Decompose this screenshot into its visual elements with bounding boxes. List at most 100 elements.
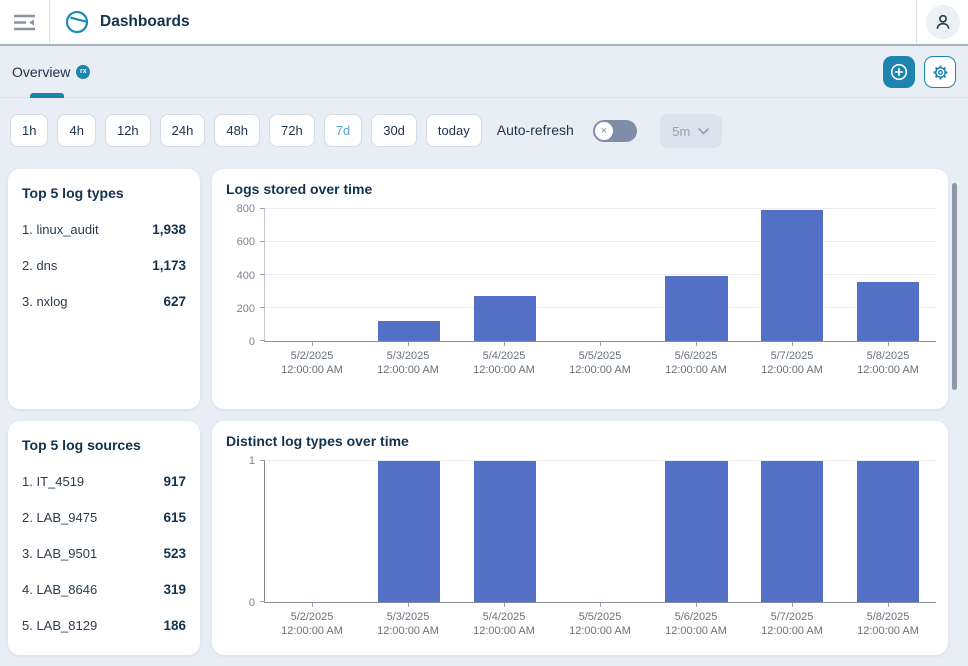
bar[interactable] xyxy=(474,461,536,602)
plot-area xyxy=(264,461,936,603)
x-axis-label: 5/3/202512:00:00 AM xyxy=(360,607,456,638)
time-range-today[interactable]: today xyxy=(426,114,482,147)
x-axis-label-date: 5/5/2025 xyxy=(552,349,648,363)
x-tick-mark xyxy=(408,603,409,607)
list-item: 5. LAB_8129 186 xyxy=(22,618,186,633)
time-range-4h[interactable]: 4h xyxy=(57,114,95,147)
x-axis-label-date: 5/4/2025 xyxy=(456,610,552,624)
y-axis: 0200400600800 xyxy=(226,209,264,342)
user-menu[interactable] xyxy=(916,0,968,44)
bar-column xyxy=(553,209,649,341)
time-range-72h[interactable]: 72h xyxy=(269,114,315,147)
time-range-24h[interactable]: 24h xyxy=(160,114,206,147)
tab-overview[interactable]: Overview rx xyxy=(12,46,90,97)
x-tick-mark xyxy=(312,603,313,607)
bar[interactable] xyxy=(665,276,727,341)
bar[interactable] xyxy=(761,461,823,602)
metric-value: 917 xyxy=(163,474,186,489)
time-range-12h[interactable]: 12h xyxy=(105,114,151,147)
bar-column xyxy=(553,461,649,602)
x-tick-mark xyxy=(504,603,505,607)
avatar[interactable] xyxy=(926,5,960,39)
dashboards-logo-icon xyxy=(64,9,90,35)
top-log-sources-list: 1. IT_4519917 2. LAB_9475615 3. LAB_9501 52… xyxy=(22,474,186,633)
x-axis: 5/2/202512:00:00 AM5/3/202512:00:00 AM5/… xyxy=(264,607,936,638)
list-item: 2. LAB_9475615 xyxy=(22,510,186,525)
x-tick-mark xyxy=(888,342,889,346)
metric-label: 5. LAB_8129 xyxy=(22,618,97,633)
x-tick-mark xyxy=(792,342,793,346)
x-axis-label-date: 5/7/2025 xyxy=(744,349,840,363)
time-range-1h[interactable]: 1h xyxy=(10,114,48,147)
bar-column xyxy=(361,461,457,602)
hamburger-collapse-icon xyxy=(13,14,37,31)
list-item: 3. LAB_9501 523 xyxy=(22,546,186,561)
refresh-interval-select[interactable]: 5m xyxy=(660,114,722,148)
x-tick-mark xyxy=(696,342,697,346)
gear-icon xyxy=(931,63,950,82)
x-axis-label-time: 12:00:00 AM xyxy=(840,363,936,377)
bar-column xyxy=(361,209,457,341)
logs-stored-bar-chart: 0200400600800 5/2/202512:00:00 AM5/3/202… xyxy=(226,209,936,377)
metric-value: 186 xyxy=(163,618,186,633)
vertical-scrollbar-thumb[interactable] xyxy=(952,183,957,390)
bar[interactable] xyxy=(857,282,919,341)
add-widget-button[interactable] xyxy=(883,56,915,88)
bar-column xyxy=(648,461,744,602)
auto-refresh-toggle[interactable]: × xyxy=(593,120,637,142)
time-range-30d[interactable]: 30d xyxy=(371,114,417,147)
x-axis-label-date: 5/2/2025 xyxy=(264,610,360,624)
metric-label: 1. linux_audit xyxy=(22,222,99,237)
plus-circle-icon xyxy=(889,62,909,82)
x-axis-label-time: 12:00:00 AM xyxy=(648,624,744,638)
x-axis-label-date: 5/3/2025 xyxy=(360,610,456,624)
bar[interactable] xyxy=(474,296,536,341)
bar[interactable] xyxy=(378,321,440,341)
metric-value: 1,938 xyxy=(152,222,186,237)
x-axis-label-date: 5/6/2025 xyxy=(648,349,744,363)
x-axis-label-time: 12:00:00 AM xyxy=(264,363,360,377)
x-axis-label-time: 12:00:00 AM xyxy=(744,624,840,638)
card-distinct-log-types-over-time: Distinct log types over time 01 5/2/2025… xyxy=(212,421,948,655)
x-axis-label-time: 12:00:00 AM xyxy=(744,363,840,377)
page-title: Dashboards xyxy=(100,13,190,31)
time-range-7d[interactable]: 7d xyxy=(324,114,362,147)
x-tick-mark xyxy=(504,342,505,346)
chart-title: Distinct log types over time xyxy=(226,433,936,449)
time-range-48h[interactable]: 48h xyxy=(214,114,260,147)
metric-value: 523 xyxy=(163,546,186,561)
metric-label: 2. dns xyxy=(22,258,57,273)
tab-bar: Overview rx xyxy=(0,46,968,98)
x-axis-label-time: 12:00:00 AM xyxy=(552,624,648,638)
x-axis-label: 5/4/202512:00:00 AM xyxy=(456,607,552,638)
x-axis-label-date: 5/3/2025 xyxy=(360,349,456,363)
bar[interactable] xyxy=(665,461,727,602)
x-tick-mark xyxy=(408,342,409,346)
x-tick-mark xyxy=(792,603,793,607)
dashboard-settings-button[interactable] xyxy=(924,56,956,88)
metric-value: 1,173 xyxy=(152,258,186,273)
refresh-interval-value: 5m xyxy=(672,124,690,139)
card-top-log-sources: Top 5 log sources 1. IT_45199172. LAB_94… xyxy=(8,421,200,655)
tab-overview-label: Overview xyxy=(12,64,70,80)
y-axis-label: 0 xyxy=(249,336,255,348)
bar[interactable] xyxy=(761,210,823,341)
x-axis-label-time: 12:00:00 AM xyxy=(456,363,552,377)
y-axis-label: 400 xyxy=(237,270,255,282)
sidebar-toggle-button[interactable] xyxy=(0,0,50,44)
list-item: 1. IT_4519917 xyxy=(22,474,186,489)
x-axis-label-date: 5/8/2025 xyxy=(840,349,936,363)
x-axis-label: 5/4/202512:00:00 AM xyxy=(456,346,552,377)
top-log-types-list: 1. linux_audit1,9382. dns1,1733. nxlog62… xyxy=(22,222,186,309)
metric-value: 615 xyxy=(163,510,186,525)
bar[interactable] xyxy=(378,461,440,602)
list-item: 1. linux_audit 1,938 xyxy=(22,222,186,237)
metric-label: 3. LAB_9501 xyxy=(22,546,97,561)
x-axis-label-date: 5/6/2025 xyxy=(648,610,744,624)
bar-column xyxy=(744,209,840,341)
bar[interactable] xyxy=(857,461,919,602)
metric-label: 4. LAB_8646 xyxy=(22,582,97,597)
x-tick-mark xyxy=(312,342,313,346)
plot-column: 5/2/202512:00:00 AM5/3/202512:00:00 AM5/… xyxy=(264,209,936,377)
list-item: 2. dns 1,173 xyxy=(22,258,186,273)
